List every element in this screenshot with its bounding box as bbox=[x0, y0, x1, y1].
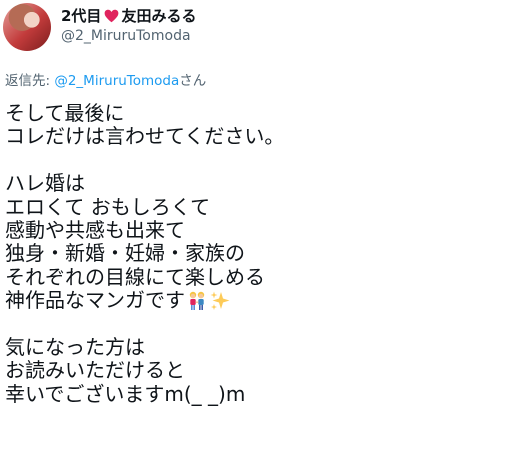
tweet-line: ハレ婚は bbox=[5, 171, 85, 196]
tweet-line: 幸いでございますm(_ _)m bbox=[5, 381, 246, 406]
reply-context: 返信先: @2_MiruruTomodaさん bbox=[5, 69, 206, 89]
tweet-line: コレだけは言わせてください。 bbox=[5, 124, 285, 149]
display-name-part2: 友田みるる bbox=[121, 7, 197, 25]
tweet-line: 気になった方は bbox=[5, 334, 145, 359]
tweet-line: エロくて おもしろくて bbox=[5, 194, 211, 219]
couple-emoji-icon bbox=[186, 290, 208, 312]
reply-prefix: 返信先: bbox=[5, 73, 55, 89]
display-name[interactable]: 2代目 友田みるる bbox=[61, 6, 196, 26]
heart-icon bbox=[103, 8, 119, 24]
tweet-text: そして最後に コレだけは言わせてください。 ハレ婚は エロくて おもしろくて 感… bbox=[5, 101, 505, 406]
display-name-part1: 2代目 bbox=[61, 7, 102, 25]
reply-suffix: さん bbox=[179, 73, 207, 89]
sparkles-icon bbox=[209, 290, 231, 312]
tweet-line: お読みいただけると bbox=[5, 358, 185, 383]
tweet-line-text: 神作品なマンガです bbox=[5, 288, 185, 313]
user-handle[interactable]: @2_MiruruTomoda bbox=[61, 28, 191, 44]
tweet-line: そして最後に bbox=[5, 101, 125, 125]
tweet-line: 感動や共感も出来て bbox=[5, 217, 185, 242]
tweet-line-with-emoji: 神作品なマンガです bbox=[5, 288, 505, 313]
avatar[interactable] bbox=[3, 3, 51, 51]
tweet-line: 独身・新婚・妊婦・家族の bbox=[5, 241, 245, 266]
tweet-line: それぞれの目線にて楽しめる bbox=[5, 264, 265, 289]
tweet-header: 2代目 友田みるる @2_MiruruTomoda bbox=[0, 0, 508, 60]
reply-handle-link[interactable]: @2_MiruruTomoda bbox=[54, 73, 179, 89]
